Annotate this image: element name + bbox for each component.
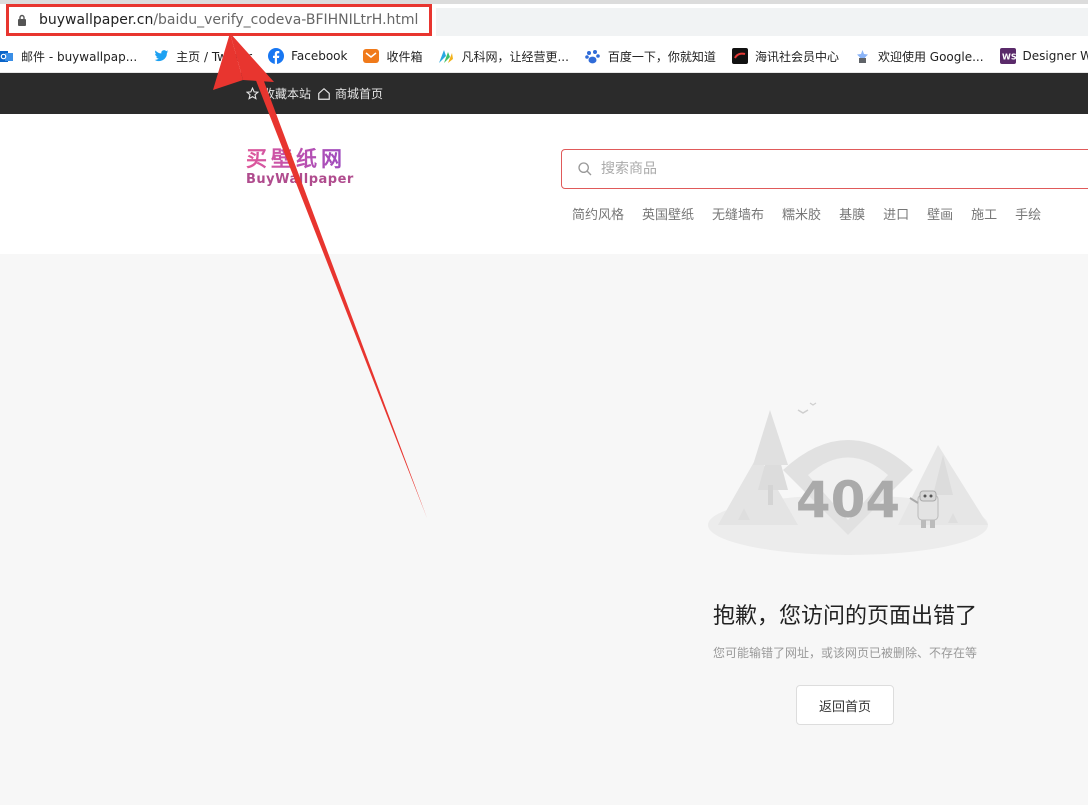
designer-icon: WS: [999, 48, 1016, 64]
svg-text:WS: WS: [1002, 53, 1016, 62]
bookmark-label: 邮件 - buywallpap...: [21, 49, 138, 64]
search-input[interactable]: [599, 160, 1023, 178]
bookmark-fanke[interactable]: 凡科网，让经营更...: [438, 48, 569, 65]
url-text: buywallpaper.cn/baidu_verify_codeva-BFIH…: [39, 12, 418, 28]
bookmark-label: 百度一下，你就知道: [607, 49, 716, 64]
category-item[interactable]: 英国壁纸: [642, 204, 694, 223]
google-icon: [855, 48, 871, 64]
bookmark-label: 欢迎使用 Google...: [877, 49, 984, 64]
bookmark-label: Facebook: [291, 49, 348, 63]
url-host: buywallpaper.cn: [39, 12, 154, 28]
url-path: /baidu_verify_codeva-BFIHNILtrH.html: [153, 12, 419, 28]
search-box: [561, 149, 1088, 189]
bookmark-label: 海讯社会员中心: [754, 49, 839, 64]
favorite-label: 收藏本站: [263, 87, 312, 101]
haixun-icon: [731, 48, 748, 64]
bookmark-label: 凡科网，让经营更...: [461, 49, 569, 64]
mail-icon: [363, 48, 380, 64]
site-logo[interactable]: 买壁纸网 BuyWallpaper: [246, 146, 366, 188]
bookmark-inbox[interactable]: 收件箱: [363, 48, 422, 65]
topbar-links: 收藏本站 商城首页: [246, 85, 389, 102]
outlook-icon: [0, 48, 14, 64]
home-icon: [318, 87, 330, 100]
category-nav: 简约风格 英国壁纸 无缝墙布 糯米胶 基膜 进口 壁画 施工 手绘: [572, 204, 1059, 223]
omnibox-background: [436, 8, 1088, 36]
bookmark-designer[interactable]: WS Designer W: [999, 48, 1088, 64]
bookmark-baidu[interactable]: 百度一下，你就知道: [585, 48, 716, 65]
site-header: 买壁纸网 BuyWallpaper 简约风格 英国壁纸 无缝墙布 糯米胶 基膜 …: [0, 114, 1088, 254]
category-item[interactable]: 无缝墙布: [712, 204, 764, 223]
category-item[interactable]: 基膜: [839, 204, 865, 223]
back-home-button[interactable]: 返回首页: [796, 685, 894, 725]
logo-english: BuyWallpaper: [246, 172, 354, 187]
address-bar: buywallpaper.cn/baidu_verify_codeva-BFIH…: [0, 4, 1088, 40]
bookmark-outlook[interactable]: 邮件 - buywallpap...: [0, 48, 137, 65]
error-illustration: 404: [708, 402, 988, 555]
shop-home-label: 商城首页: [335, 87, 384, 101]
bookmark-haixun[interactable]: 海讯社会员中心: [731, 48, 839, 65]
category-item[interactable]: 糯米胶: [782, 204, 821, 223]
error-code: 404: [796, 471, 900, 529]
category-item[interactable]: 进口: [883, 204, 909, 223]
fanke-icon: [438, 48, 454, 64]
category-item[interactable]: 施工: [971, 204, 997, 223]
site-topbar: 收藏本站 商城首页: [0, 73, 1088, 114]
lock-icon[interactable]: [15, 13, 29, 27]
baidu-icon: [585, 48, 601, 64]
bookmark-google[interactable]: 欢迎使用 Google...: [855, 48, 984, 65]
error-subtitle: 您可能输错了网址，或该网页已被删除、不存在等: [712, 646, 977, 660]
bookmarks-bar: 邮件 - buywallpap... 主页 / Twitter Facebook…: [0, 40, 1088, 73]
bookmark-label: 主页 / Twitter: [176, 49, 253, 64]
logo-chinese: 买壁纸网: [246, 146, 366, 172]
star-icon: [246, 87, 259, 100]
bookmark-facebook[interactable]: Facebook: [268, 48, 347, 64]
favorite-link[interactable]: 收藏本站: [246, 85, 311, 102]
twitter-icon: [153, 48, 169, 64]
category-item[interactable]: 壁画: [927, 204, 953, 223]
search-icon: [578, 162, 592, 176]
shop-home-link[interactable]: 商城首页: [317, 85, 383, 102]
facebook-icon: [268, 48, 285, 64]
bookmark-label: 收件箱: [386, 49, 423, 64]
error-title: 抱歉，您访问的页面出错了: [712, 604, 977, 629]
category-item[interactable]: 手绘: [1015, 204, 1041, 223]
bookmark-label: Designer W: [1022, 49, 1088, 63]
category-item[interactable]: 简约风格: [572, 204, 624, 223]
url-field[interactable]: buywallpaper.cn/baidu_verify_codeva-BFIH…: [6, 4, 432, 36]
bookmark-twitter[interactable]: 主页 / Twitter: [153, 48, 252, 65]
